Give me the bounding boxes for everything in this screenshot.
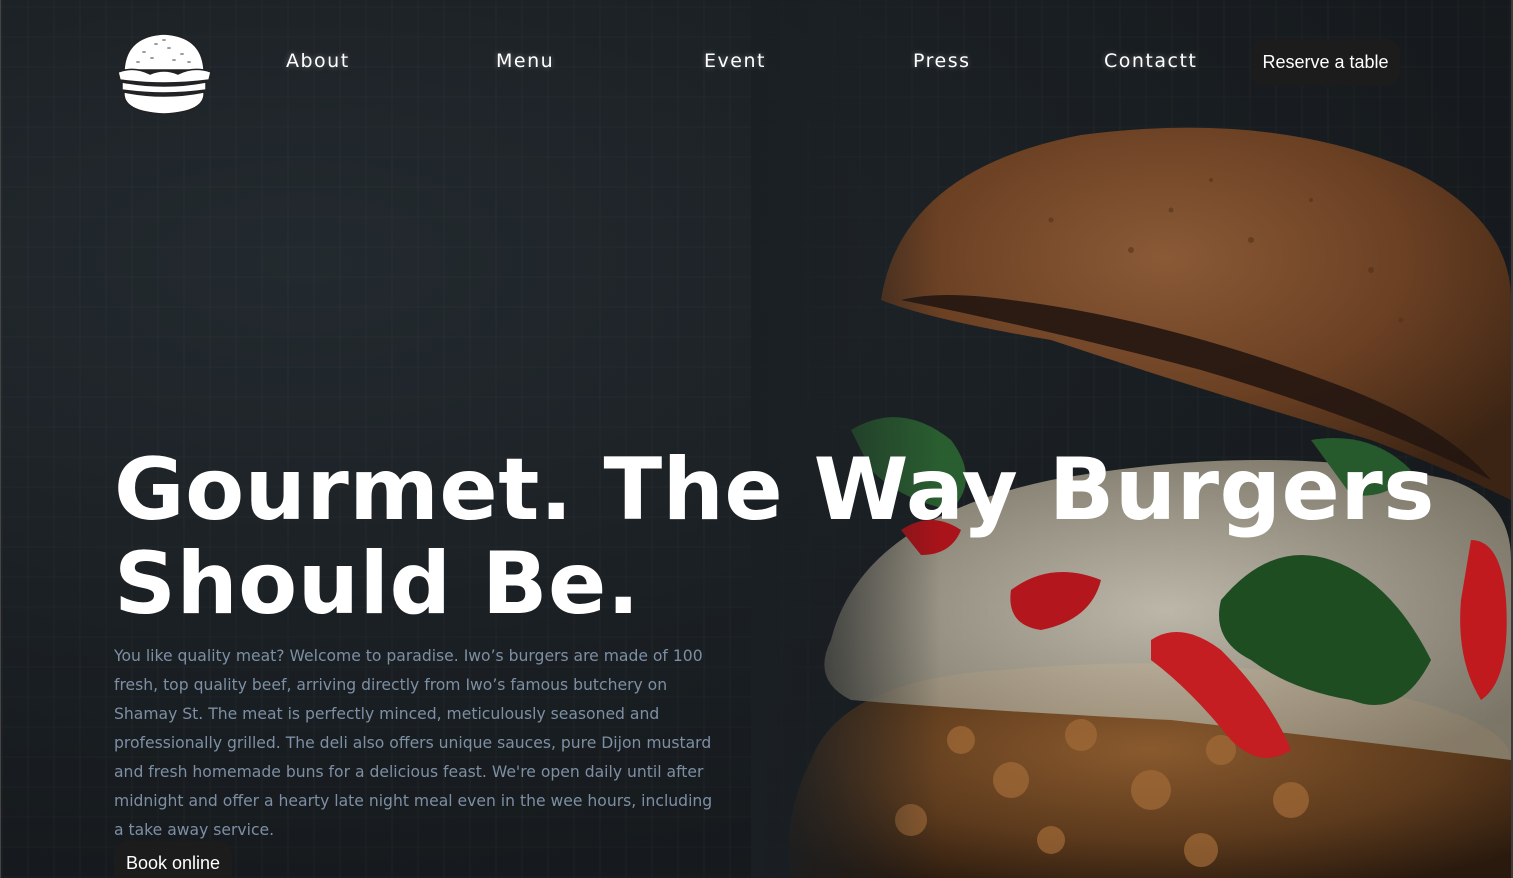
nav-item-menu[interactable]: Menu	[496, 50, 554, 72]
hero-title: Gourmet. The Way Burgers Should Be.	[114, 440, 1435, 634]
burger-photo	[751, 0, 1511, 878]
burger-logo-icon[interactable]	[114, 28, 214, 118]
nav-item-event[interactable]: Event	[704, 50, 766, 72]
reserve-table-button[interactable]: Reserve a table	[1251, 39, 1400, 86]
nav-item-about[interactable]: About	[286, 50, 350, 72]
landing-page: About Menu Event Press Contactt Reserve …	[0, 0, 1513, 878]
book-online-button[interactable]: Book online	[114, 841, 232, 878]
hero-title-line-2: Should Be.	[114, 534, 640, 634]
hero-title-line-1: Gourmet. The Way Burgers	[114, 440, 1435, 540]
nav-item-contact[interactable]: Contactt	[1104, 50, 1197, 72]
nav-item-press[interactable]: Press	[913, 50, 971, 72]
hero-description: You like quality meat? Welcome to paradi…	[114, 647, 713, 839]
